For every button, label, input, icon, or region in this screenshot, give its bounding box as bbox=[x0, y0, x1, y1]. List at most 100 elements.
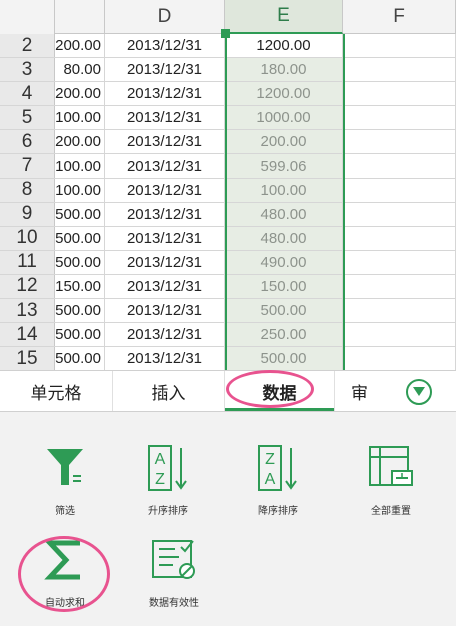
cell-c[interactable]: 500.00 bbox=[55, 226, 105, 250]
row-header[interactable]: 4 bbox=[0, 82, 55, 106]
autosum-button[interactable]: 自动求和 bbox=[17, 534, 113, 626]
expand-tabs-button[interactable] bbox=[406, 379, 432, 405]
column-header-d[interactable]: D bbox=[105, 0, 225, 34]
row-header[interactable]: 14 bbox=[0, 323, 55, 347]
row-header[interactable]: 11 bbox=[0, 250, 55, 274]
cell-c[interactable]: 100.00 bbox=[55, 106, 105, 130]
column-header-c[interactable] bbox=[55, 0, 105, 34]
cell-e[interactable]: 490.00 bbox=[225, 250, 343, 274]
tab-data[interactable]: 数据 bbox=[224, 371, 334, 411]
table-row: 14 500.00 2013/12/31 250.00 bbox=[0, 323, 456, 348]
reset-all-button[interactable]: 全部重置 bbox=[343, 442, 439, 534]
cell-f[interactable] bbox=[343, 34, 456, 58]
reset-all-label: 全部重置 bbox=[371, 506, 411, 517]
cell-f[interactable] bbox=[343, 202, 456, 226]
ribbon-tab-bar: 单元格 插入 数据 审 bbox=[0, 370, 456, 412]
table-row: 3 80.00 2013/12/31 180.00 bbox=[0, 58, 456, 83]
tab-review[interactable]: 审 bbox=[334, 371, 384, 411]
cell-d[interactable]: 2013/12/31 bbox=[105, 58, 225, 82]
cell-d[interactable]: 2013/12/31 bbox=[105, 347, 225, 370]
sort-descending-button[interactable]: Z A 降序排序 bbox=[230, 442, 326, 534]
cell-e[interactable]: 100.00 bbox=[225, 178, 343, 202]
cell-e[interactable]: 1200.00 bbox=[225, 82, 343, 106]
cell-e[interactable]: 200.00 bbox=[225, 130, 343, 154]
cell-d[interactable]: 2013/12/31 bbox=[105, 154, 225, 178]
cell-f[interactable] bbox=[343, 299, 456, 323]
cell-c[interactable]: 200.00 bbox=[55, 82, 105, 106]
sigma-icon bbox=[39, 534, 91, 586]
cell-c[interactable]: 150.00 bbox=[55, 274, 105, 299]
row-header[interactable]: 5 bbox=[0, 106, 55, 130]
row-header[interactable]: 10 bbox=[0, 226, 55, 250]
tab-cell[interactable]: 单元格 bbox=[0, 371, 112, 411]
cell-f[interactable] bbox=[343, 347, 456, 370]
sort-ascending-label: 升序排序 bbox=[148, 506, 188, 517]
tab-insert[interactable]: 插入 bbox=[112, 371, 224, 411]
filter-label: 筛选 bbox=[55, 506, 75, 517]
cell-c[interactable]: 200.00 bbox=[55, 34, 105, 58]
cell-f[interactable] bbox=[343, 130, 456, 154]
cell-f[interactable] bbox=[343, 106, 456, 130]
sort-descending-label: 降序排序 bbox=[258, 506, 298, 517]
column-header-f[interactable]: F bbox=[343, 0, 456, 34]
cell-f[interactable] bbox=[343, 274, 456, 299]
filter-button[interactable]: 筛选 bbox=[17, 442, 113, 534]
cell-c[interactable]: 200.00 bbox=[55, 130, 105, 154]
cell-e[interactable]: 599.06 bbox=[225, 154, 343, 178]
cell-e[interactable]: 250.00 bbox=[225, 323, 343, 347]
cell-f[interactable] bbox=[343, 323, 456, 347]
cell-e[interactable]: 500.00 bbox=[225, 347, 343, 370]
table-row: 12 150.00 2013/12/31 150.00 bbox=[0, 274, 456, 300]
cell-d[interactable]: 2013/12/31 bbox=[105, 226, 225, 250]
column-header-e[interactable]: E bbox=[225, 0, 343, 34]
cell-c[interactable]: 500.00 bbox=[55, 202, 105, 226]
cell-f[interactable] bbox=[343, 154, 456, 178]
cell-d[interactable]: 2013/12/31 bbox=[105, 106, 225, 130]
cell-c[interactable]: 100.00 bbox=[55, 178, 105, 202]
cell-d[interactable]: 2013/12/31 bbox=[105, 202, 225, 226]
cell-f[interactable] bbox=[343, 82, 456, 106]
cell-d[interactable]: 2013/12/31 bbox=[105, 299, 225, 323]
row-header[interactable]: 13 bbox=[0, 299, 55, 323]
cell-c[interactable]: 80.00 bbox=[55, 58, 105, 82]
cell-d[interactable]: 2013/12/31 bbox=[105, 323, 225, 347]
cell-f[interactable] bbox=[343, 58, 456, 82]
cell-e-active[interactable]: 1200.00 bbox=[225, 34, 343, 58]
sort-descending-icon: Z A bbox=[252, 442, 304, 494]
row-header[interactable]: 3 bbox=[0, 58, 55, 82]
row-header[interactable]: 12 bbox=[0, 274, 55, 299]
cell-c[interactable]: 100.00 bbox=[55, 154, 105, 178]
cell-e[interactable]: 480.00 bbox=[225, 226, 343, 250]
cell-d[interactable]: 2013/12/31 bbox=[105, 274, 225, 299]
cell-e[interactable]: 150.00 bbox=[225, 274, 343, 299]
cell-f[interactable] bbox=[343, 226, 456, 250]
data-validation-icon bbox=[148, 534, 200, 586]
row-header[interactable]: 9 bbox=[0, 202, 55, 226]
cell-c[interactable]: 500.00 bbox=[55, 323, 105, 347]
cell-d[interactable]: 2013/12/31 bbox=[105, 130, 225, 154]
cell-c[interactable]: 500.00 bbox=[55, 347, 105, 370]
row-header[interactable]: 2 bbox=[0, 34, 55, 58]
cell-e[interactable]: 480.00 bbox=[225, 202, 343, 226]
cell-d[interactable]: 2013/12/31 bbox=[105, 34, 225, 58]
row-header[interactable]: 15 bbox=[0, 347, 55, 370]
cell-c[interactable]: 500.00 bbox=[55, 299, 105, 323]
cell-f[interactable] bbox=[343, 250, 456, 274]
cell-d[interactable]: 2013/12/31 bbox=[105, 250, 225, 274]
data-validation-label: 数据有效性 bbox=[149, 598, 199, 609]
sort-ascending-button[interactable]: A Z 升序排序 bbox=[120, 442, 216, 534]
row-header[interactable]: 8 bbox=[0, 178, 55, 202]
selection-handle[interactable] bbox=[221, 29, 230, 38]
row-header[interactable]: 7 bbox=[0, 154, 55, 178]
cell-e[interactable]: 180.00 bbox=[225, 58, 343, 82]
row-header[interactable]: 6 bbox=[0, 130, 55, 154]
cell-d[interactable]: 2013/12/31 bbox=[105, 178, 225, 202]
table-row: 5 100.00 2013/12/31 1000.00 bbox=[0, 106, 456, 131]
cell-f[interactable] bbox=[343, 178, 456, 202]
data-validation-button[interactable]: 数据有效性 bbox=[126, 534, 222, 626]
cell-c[interactable]: 500.00 bbox=[55, 250, 105, 274]
cell-d[interactable]: 2013/12/31 bbox=[105, 82, 225, 106]
spreadsheet-grid[interactable]: D E F 2 200.00 2013/12/31 1200.00 3 80.0… bbox=[0, 0, 456, 370]
cell-e[interactable]: 500.00 bbox=[225, 299, 343, 323]
cell-e[interactable]: 1000.00 bbox=[225, 106, 343, 130]
